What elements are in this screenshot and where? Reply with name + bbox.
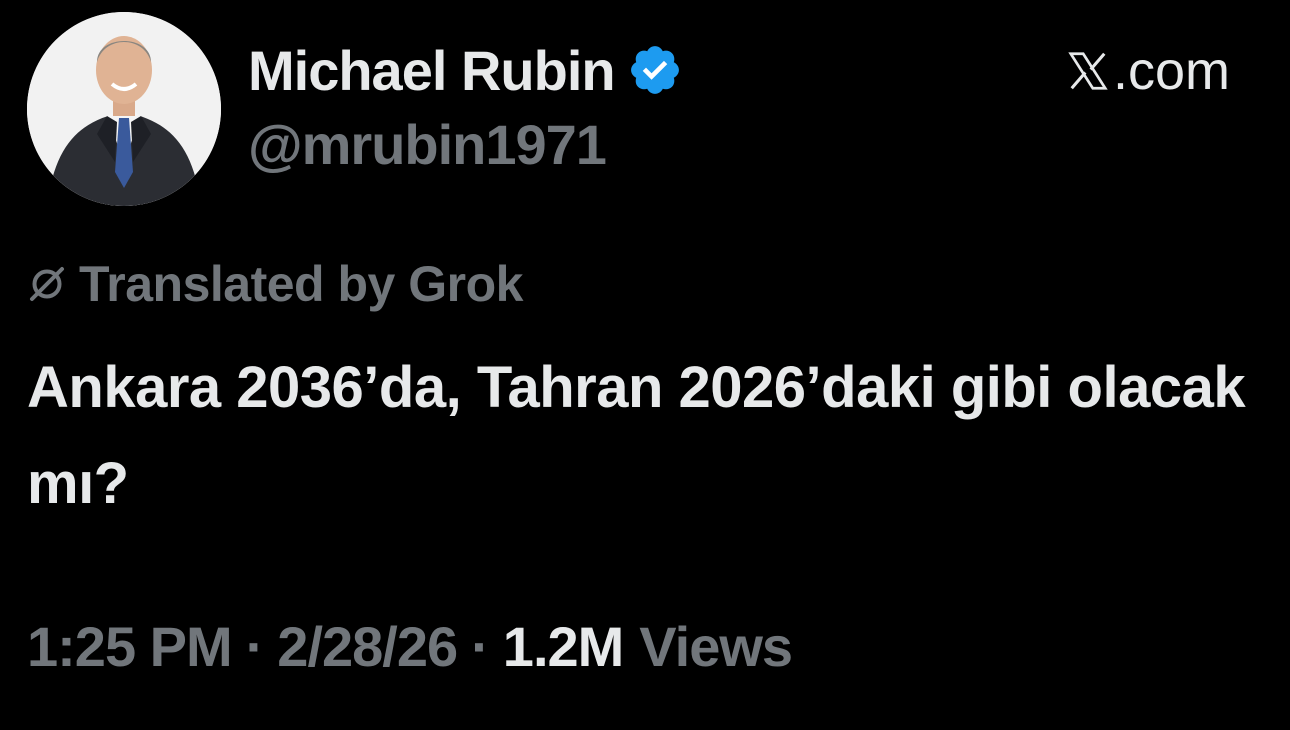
verified-badge-icon [630, 46, 679, 94]
views-label: Views [639, 614, 793, 678]
views-count: 1.2M [502, 614, 624, 678]
tweet-card: Michael Rubin @mrubin1971 .com Translate… [0, 0, 1290, 730]
meta-separator: · [245, 614, 265, 678]
avatar-photo [27, 12, 221, 206]
translation-notice[interactable]: Translated by Grok [27, 252, 523, 316]
author-display-name[interactable]: Michael Rubin [248, 38, 616, 103]
tweet-time[interactable]: 1:25 PM [27, 614, 233, 679]
meta-separator: · [471, 614, 490, 678]
x-brand-label: .com [1112, 41, 1230, 101]
tweet-meta: 1:25 PM · 2/28/26 · 1.2M Views [27, 608, 793, 684]
translation-label: Translated by Grok [79, 256, 523, 312]
avatar[interactable] [27, 12, 221, 206]
x-logo-icon [1068, 52, 1108, 90]
x-brand: .com [1065, 40, 1230, 102]
tweet-date[interactable]: 2/28/26 [277, 614, 458, 679]
grok-icon [30, 267, 64, 301]
author-name-row[interactable]: Michael Rubin [248, 34, 683, 106]
author-handle[interactable]: @mrubin1971 [248, 112, 607, 177]
tweet-text: Ankara 2036’da, Tahran 2026’daki gibi ol… [27, 355, 1246, 516]
